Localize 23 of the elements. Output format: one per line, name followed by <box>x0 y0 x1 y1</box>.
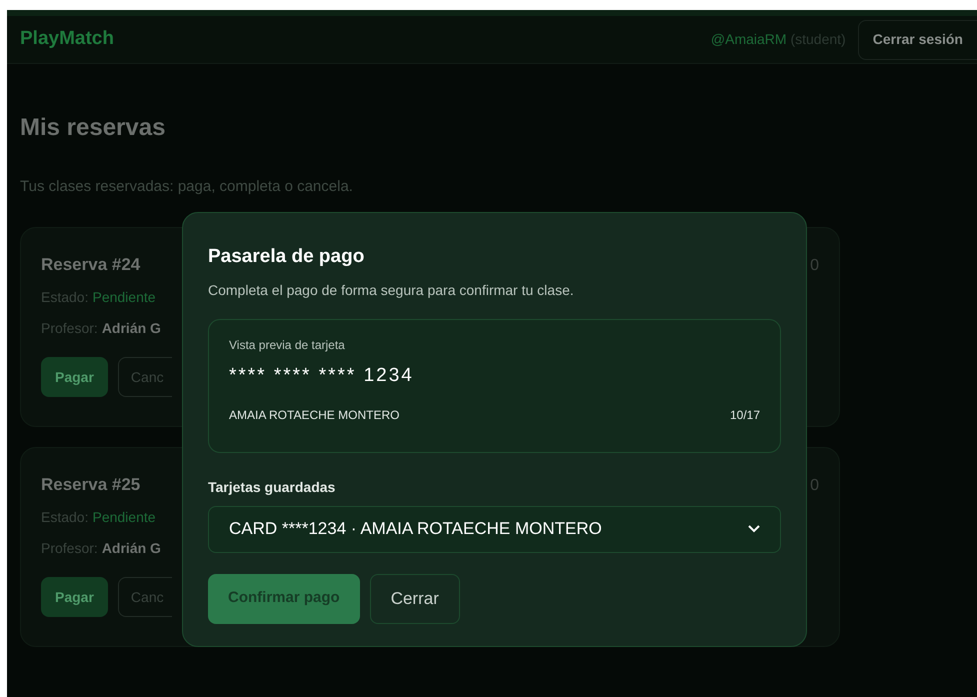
card-preview-label: Vista previa de tarjeta <box>229 336 346 354</box>
saved-card-select[interactable]: CARD ****1234 · AMAIA ROTAECHE MONTERO <box>208 506 781 552</box>
card-number: **** **** **** 1234 <box>229 364 415 388</box>
chevron-down-icon <box>748 525 760 533</box>
card-expiry: 10/17 <box>730 407 760 424</box>
confirm-payment-button[interactable]: Confirmar pago <box>208 574 360 624</box>
teacher-name: Adrián G <box>102 319 161 338</box>
pay-button[interactable]: Pagar <box>41 357 108 397</box>
logout-button[interactable]: Cerrar sesión <box>858 20 977 60</box>
dialog-title: Pasarela de pago <box>208 245 366 269</box>
page-title: Mis reservas <box>20 113 166 143</box>
status-value: Pendiente <box>92 508 156 527</box>
reservation-title: Reserva #25 <box>41 474 142 496</box>
status-value: Pendiente <box>92 288 156 307</box>
card-holder: AMAIA ROTAECHE MONTERO <box>229 407 400 424</box>
teacher-name: Adrián G <box>102 539 161 558</box>
reservation-title: Reserva #24 <box>41 254 142 276</box>
brand-logo[interactable]: PlayMatch <box>20 25 114 54</box>
close-button[interactable]: Cerrar <box>370 574 460 624</box>
page-subtitle: Tus clases reservadas: paga, completa o cancela. <box>20 177 354 197</box>
dialog-subtitle: Completa el pago de forma segura para confirmar tu clase. <box>208 280 575 300</box>
saved-cards-label: Tarjetas guardadas <box>208 478 336 497</box>
pay-button[interactable]: Pagar <box>41 577 108 617</box>
